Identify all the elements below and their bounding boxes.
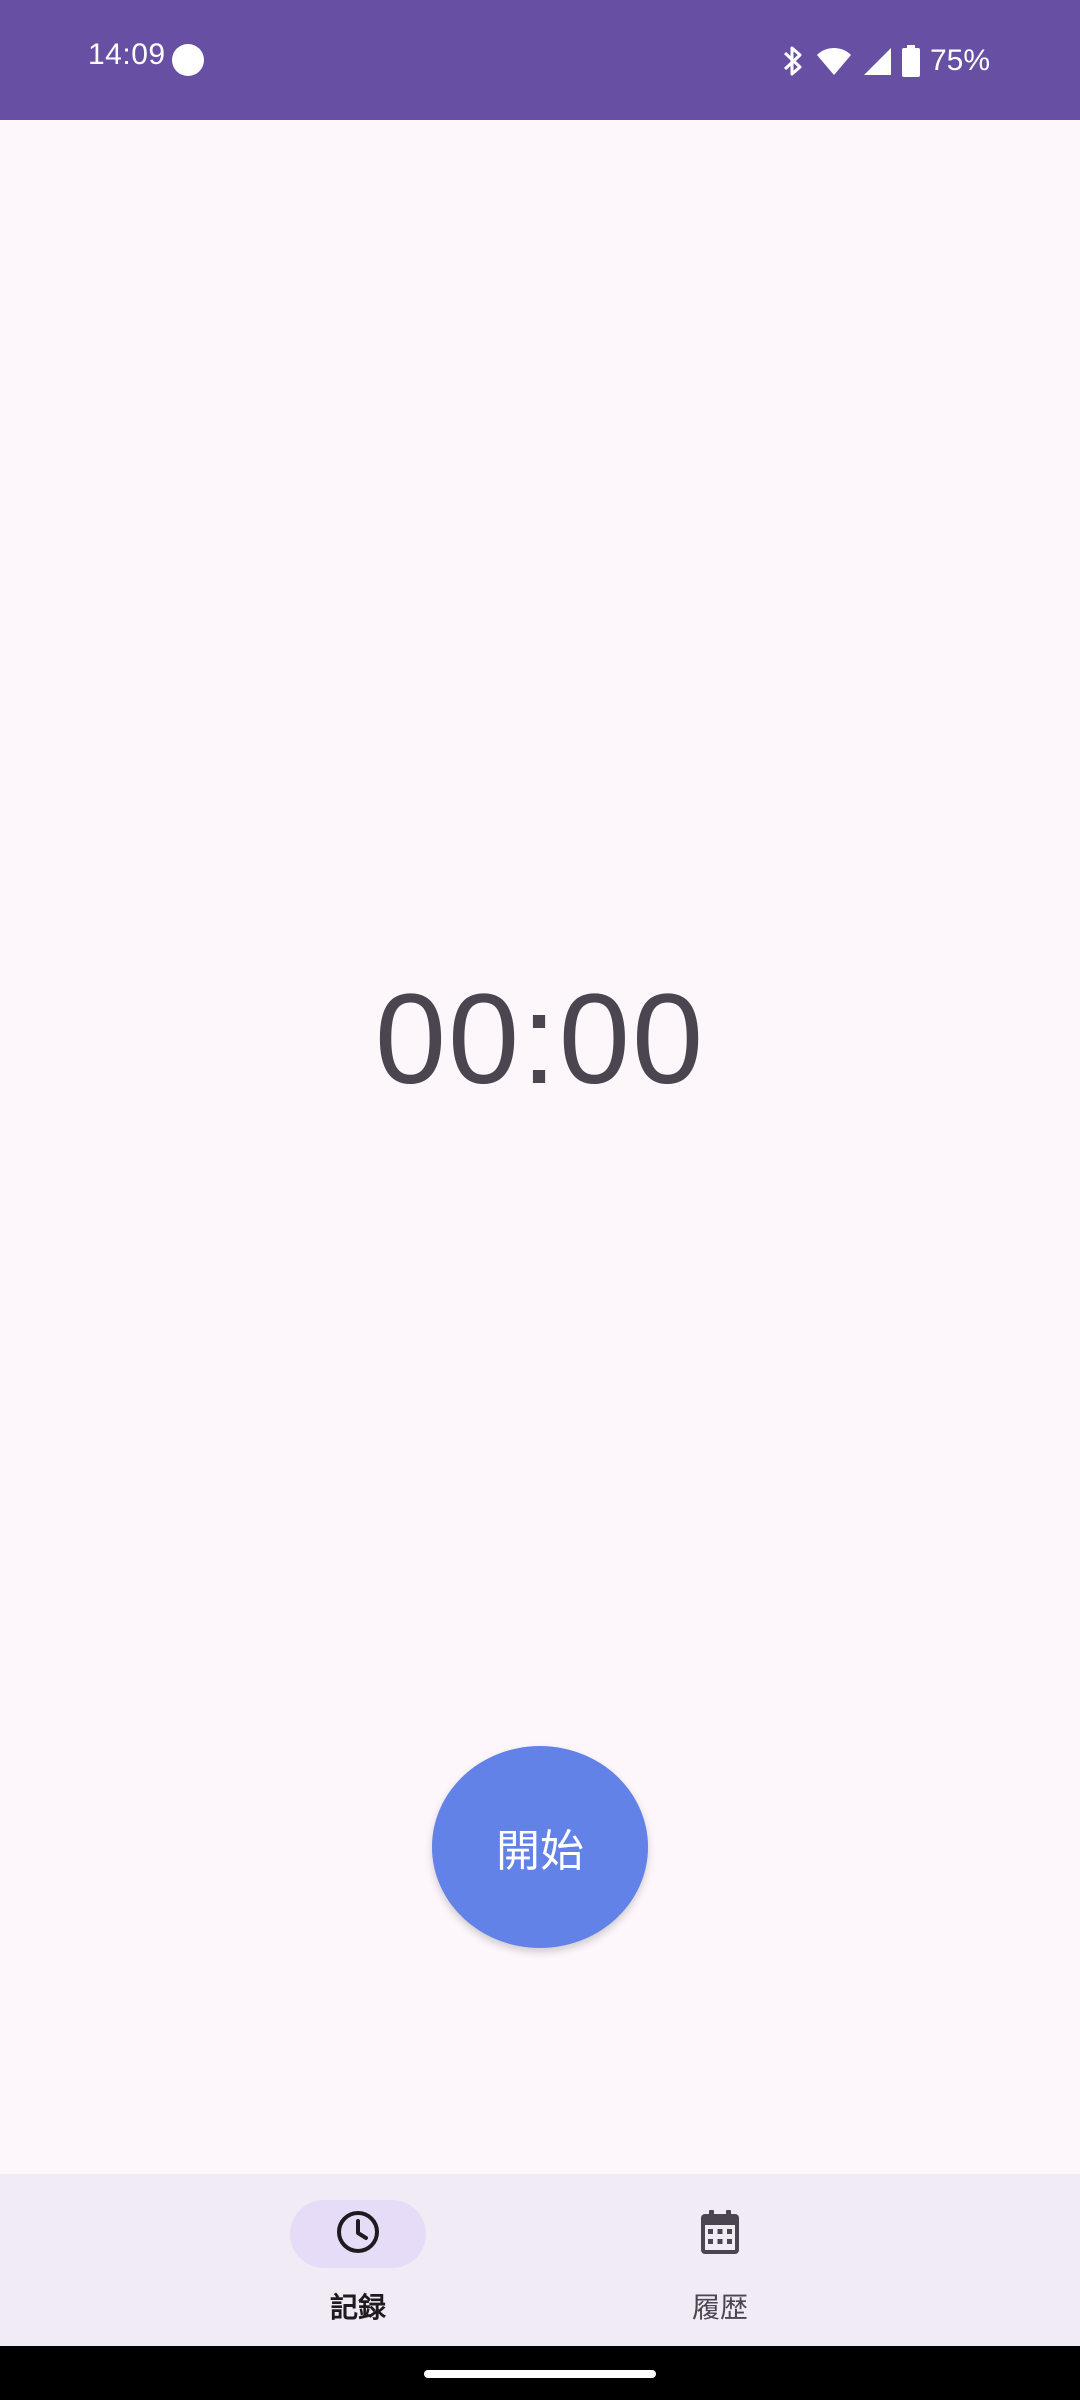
bottom-navigation: 記録 履歴 [0, 2174, 1080, 2346]
nav-item-history[interactable]: 履歴 [570, 2174, 870, 2346]
battery-percent: 75% [929, 44, 990, 77]
status-time: 14:09 [88, 38, 166, 71]
calendar-icon [699, 2209, 741, 2260]
record-dot-icon [172, 44, 204, 76]
main-content: 00:00 開始 [0, 120, 1080, 2174]
timer-display: 00:00 [374, 968, 706, 1111]
system-navigation-bar [0, 2346, 1080, 2400]
clock-icon [335, 2209, 381, 2260]
battery-icon [901, 45, 920, 77]
cell-signal-icon [862, 46, 892, 76]
nav-item-records[interactable]: 記録 [208, 2174, 508, 2346]
bluetooth-icon [780, 44, 806, 78]
wifi-icon [816, 46, 852, 76]
gesture-handle[interactable] [424, 2370, 656, 2378]
start-button[interactable]: 開始 [432, 1746, 648, 1948]
nav-active-indicator [290, 2200, 426, 2268]
nav-icon-container [652, 2200, 788, 2268]
status-icons: 75% [780, 38, 990, 84]
nav-label-history: 履歴 [691, 2291, 748, 2324]
nav-label-records: 記録 [329, 2291, 386, 2324]
status-bar: 14:09 75% [0, 0, 1080, 120]
